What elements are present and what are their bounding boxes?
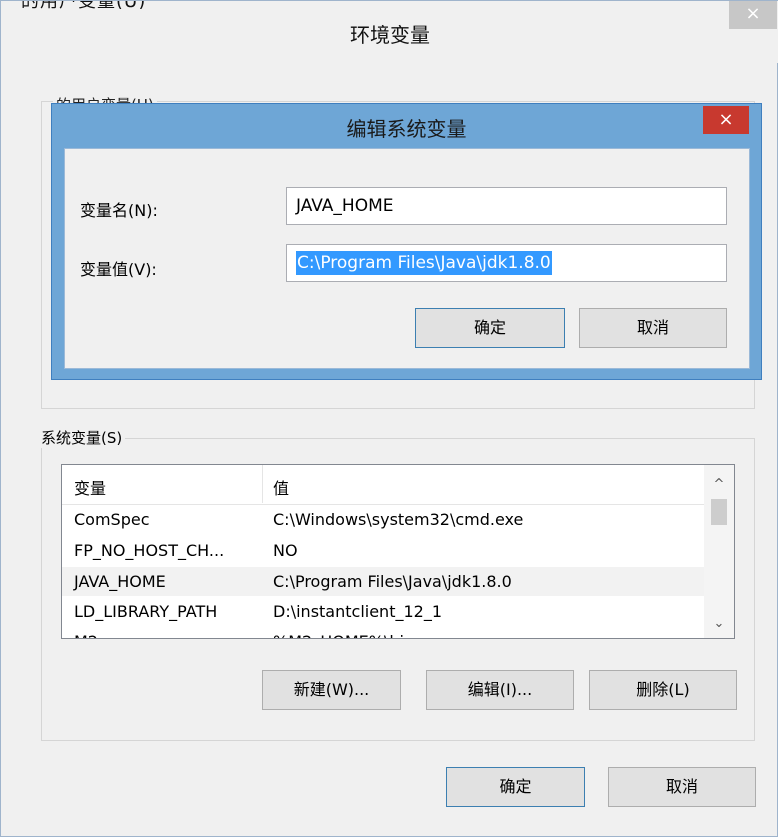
variable-value-label: 变量值(V): xyxy=(80,260,157,279)
variable-value-cell: %M2_HOME%\bin xyxy=(273,627,414,638)
scroll-down-arrow-icon[interactable]: ⌄ xyxy=(704,612,734,636)
dialog-ok-button[interactable]: 确定 xyxy=(415,308,565,348)
scrollbar-thumb[interactable] xyxy=(711,499,727,525)
edit-variable-button[interactable]: 编辑(I)... xyxy=(426,670,574,710)
list-header: 变量 值 xyxy=(62,465,704,505)
variable-name-input[interactable]: JAVA_HOME xyxy=(286,187,727,225)
vertical-scrollbar[interactable]: ^ ⌄ xyxy=(704,465,734,638)
outer-window-title: 环境变量 xyxy=(350,23,430,47)
ok-button[interactable]: 确定 xyxy=(446,767,585,807)
dialog-body: 变量名(N): JAVA_HOME 变量值(V): C:\Program Fil… xyxy=(64,148,750,369)
variable-name-cell: JAVA_HOME xyxy=(74,572,166,591)
outer-titlebar: 环境变量 × xyxy=(1,1,778,63)
variable-name-label: 变量名(N): xyxy=(80,201,158,220)
variable-name-cell: ComSpec xyxy=(74,510,150,529)
column-header-variable[interactable]: 变量 xyxy=(74,475,106,499)
edit-system-variable-dialog: 编辑系统变量 × 变量名(N): JAVA_HOME 变量值(V): C:\Pr… xyxy=(51,103,762,380)
selected-value-text: C:\Program Files\Java\jdk1.8.0 xyxy=(296,251,552,275)
system-variables-list[interactable]: 变量 值 ComSpec C:\Windows\system32\cmd.exe… xyxy=(61,464,735,639)
variable-value-cell: C:\Windows\system32\cmd.exe xyxy=(273,510,524,529)
table-row[interactable]: LD_LIBRARY_PATH D:\instantclient_12_1 xyxy=(62,597,704,626)
system-variables-group-label: 系统变量(S) xyxy=(41,427,126,448)
delete-variable-button[interactable]: 删除(L) xyxy=(589,670,737,710)
table-row[interactable]: M2 %M2_HOME%\bin xyxy=(62,627,704,638)
dialog-cancel-button[interactable]: 取消 xyxy=(579,308,727,348)
table-row[interactable]: ComSpec C:\Windows\system32\cmd.exe xyxy=(62,505,704,534)
scroll-up-arrow-icon[interactable]: ^ xyxy=(704,473,734,497)
variable-value-cell: D:\instantclient_12_1 xyxy=(273,602,442,621)
cancel-button[interactable]: 取消 xyxy=(608,767,756,807)
table-row[interactable]: FP_NO_HOST_CH... NO xyxy=(62,536,704,565)
variable-value-cell: C:\Program Files\Java\jdk1.8.0 xyxy=(273,572,512,591)
dialog-close-icon[interactable]: × xyxy=(703,106,749,134)
variable-name-cell: M2 xyxy=(74,627,98,638)
table-row-selected[interactable]: JAVA_HOME C:\Program Files\Java\jdk1.8.0 xyxy=(62,567,704,596)
column-separator[interactable] xyxy=(262,465,263,503)
variable-value-cell: NO xyxy=(273,541,298,560)
clipped-top-label: 的用户变量(U) xyxy=(21,1,146,9)
dialog-title: 编辑系统变量 xyxy=(346,117,467,141)
column-header-value[interactable]: 值 xyxy=(273,475,289,499)
clipped-top-text: 的用户变量(U) xyxy=(1,1,778,9)
variable-name-cell: LD_LIBRARY_PATH xyxy=(74,602,218,621)
variable-name-cell: FP_NO_HOST_CH... xyxy=(74,541,225,560)
new-variable-button[interactable]: 新建(W)... xyxy=(262,670,401,710)
variable-value-input[interactable]: C:\Program Files\Java\jdk1.8.0 xyxy=(286,244,727,282)
